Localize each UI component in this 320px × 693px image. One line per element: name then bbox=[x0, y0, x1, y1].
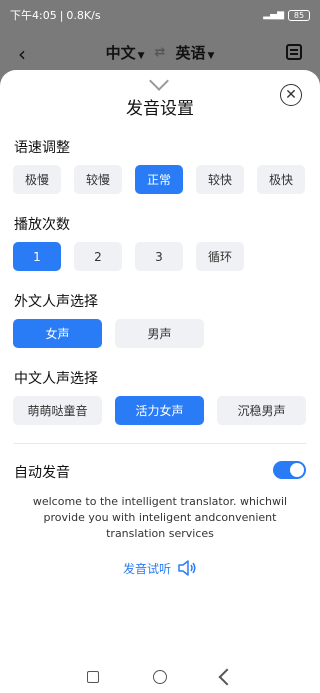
listen-button[interactable]: 发音试听 bbox=[0, 559, 320, 577]
divider bbox=[14, 443, 306, 444]
home-icon[interactable] bbox=[153, 669, 167, 684]
status-bar: 下午4:05 | 0.8K/s ▂▄▆ 85 bbox=[0, 0, 320, 30]
chevron-down-icon[interactable] bbox=[146, 76, 174, 86]
target-lang-button[interactable]: 英语 ▼ bbox=[175, 42, 214, 63]
source-lang-button[interactable]: 中文 ▼ bbox=[106, 42, 145, 63]
foreign-voice-male[interactable]: 男声 bbox=[115, 319, 204, 348]
network-speed: 0.8K/s bbox=[66, 8, 101, 22]
chinese-voice-child[interactable]: 萌萌哒童音 bbox=[13, 396, 102, 425]
repeat-option-2[interactable]: 2 bbox=[74, 242, 122, 271]
speed-option-fast[interactable]: 较快 bbox=[196, 165, 244, 194]
foreign-voice-options: 女声 男声 bbox=[13, 319, 204, 348]
chinese-voice-label: 中文人声选择 bbox=[14, 371, 98, 387]
repeat-option-3[interactable]: 3 bbox=[135, 242, 183, 271]
speaker-icon bbox=[178, 560, 196, 576]
signal-icon: ▂▄▆ bbox=[263, 10, 284, 20]
sample-text: welcome to the intelligent translator. w… bbox=[32, 495, 288, 540]
auto-pronounce-toggle[interactable] bbox=[273, 461, 306, 479]
foreign-voice-female[interactable]: 女声 bbox=[13, 319, 102, 348]
foreign-voice-label: 外文人声选择 bbox=[14, 294, 98, 310]
chinese-voice-lively-female[interactable]: 活力女声 bbox=[115, 396, 204, 425]
chinese-voice-options: 萌萌哒童音 活力女声 沉稳男声 bbox=[13, 396, 306, 425]
speed-option-very-fast[interactable]: 极快 bbox=[257, 165, 305, 194]
speed-label: 语速调整 bbox=[14, 140, 70, 156]
chinese-voice-calm-male[interactable]: 沉稳男声 bbox=[217, 396, 306, 425]
back-nav-icon[interactable] bbox=[218, 668, 236, 685]
speed-option-normal[interactable]: 正常 bbox=[135, 165, 183, 194]
close-icon[interactable]: ✕ bbox=[280, 84, 302, 106]
listen-label: 发音试听 bbox=[122, 561, 171, 576]
auto-pronounce-label: 自动发音 bbox=[14, 465, 70, 481]
swap-icon[interactable]: ⇄ bbox=[155, 45, 166, 60]
repeat-label: 播放次数 bbox=[14, 217, 70, 233]
system-nav-bar bbox=[0, 660, 320, 693]
language-selector: 中文 ▼ ⇄ 英语 ▼ bbox=[0, 42, 320, 63]
status-icons: ▂▄▆ 85 bbox=[263, 9, 310, 21]
repeat-option-1[interactable]: 1 bbox=[13, 242, 61, 271]
status-time: 下午4:05 bbox=[10, 9, 57, 22]
speed-options: 极慢 较慢 正常 较快 极快 bbox=[13, 165, 305, 194]
repeat-option-loop[interactable]: 循环 bbox=[196, 242, 244, 271]
sheet-title: 发音设置 bbox=[126, 99, 194, 119]
battery-icon: 85 bbox=[288, 9, 310, 21]
repeat-options: 1 2 3 循环 bbox=[13, 242, 244, 271]
pronunciation-settings-sheet: 发音设置 ✕ 语速调整 极慢 较慢 正常 较快 极快 播放次数 1 2 3 循环… bbox=[0, 70, 320, 660]
menu-icon[interactable] bbox=[286, 44, 302, 60]
speed-option-slow[interactable]: 较慢 bbox=[74, 165, 122, 194]
speed-option-very-slow[interactable]: 极慢 bbox=[13, 165, 61, 194]
recent-apps-icon[interactable] bbox=[87, 670, 99, 683]
